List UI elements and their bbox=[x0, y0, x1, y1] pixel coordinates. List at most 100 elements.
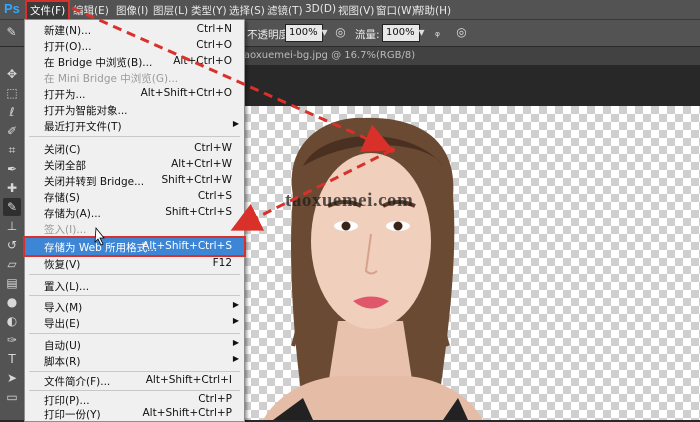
gradient-tool-icon[interactable]: ▤ bbox=[3, 274, 21, 292]
menu-image[interactable]: 图像(I) bbox=[113, 2, 151, 19]
clone-stamp-tool-icon[interactable]: ⊥ bbox=[3, 217, 21, 235]
menu-separator bbox=[29, 136, 240, 137]
menu-item-save[interactable]: 存储(S) Ctrl+S bbox=[25, 188, 244, 205]
menu-item-label: 恢复(V) bbox=[44, 259, 81, 271]
pressure-opacity-icon[interactable]: ◎ bbox=[333, 25, 348, 40]
menu-item-close[interactable]: 关闭(C) Ctrl+W bbox=[25, 140, 244, 157]
file-menu-dropdown: 新建(N)... Ctrl+N 打开(O)... Ctrl+O 在 Bridge 中… bbox=[23, 19, 246, 422]
menu-item-save-as[interactable]: 存储为(A)... Shift+Ctrl+S bbox=[25, 204, 244, 221]
menu-type[interactable]: 类型(Y) bbox=[188, 2, 230, 19]
menu-filter[interactable]: 滤镜(T) bbox=[264, 2, 306, 19]
menu-item-open[interactable]: 打开(O)... Ctrl+O bbox=[25, 37, 244, 54]
menu-item-label: 导入(M) bbox=[44, 302, 83, 314]
menu-item-close-go-bridge[interactable]: 关闭并转到 Bridge... Shift+Ctrl+W bbox=[25, 172, 244, 189]
lasso-tool-icon[interactable]: ℓ bbox=[3, 103, 21, 121]
menu-item-save-for-web[interactable]: 存储为 Web 所用格式... Alt+Shift+Ctrl+S bbox=[23, 236, 246, 257]
menu-item-shortcut: F12 bbox=[212, 257, 232, 269]
menu-item-shortcut: Ctrl+P bbox=[198, 393, 232, 405]
pressure-size-icon[interactable]: ◎ bbox=[454, 25, 469, 40]
menu-item-place[interactable]: 置入(L)... bbox=[25, 277, 244, 294]
menu-item-scripts[interactable]: 脚本(R) ▶ bbox=[25, 352, 244, 369]
menu-item-shortcut: Alt+Ctrl+O bbox=[173, 55, 232, 67]
menu-item-shortcut: Ctrl+W bbox=[194, 142, 232, 154]
menu-item-label: 关闭(C) bbox=[44, 144, 81, 156]
history-brush-tool-icon[interactable]: ↺ bbox=[3, 236, 21, 254]
menu-select[interactable]: 选择(S) bbox=[226, 2, 268, 19]
menu-item-label: 在 Mini Bridge 中浏览(G)... bbox=[44, 73, 179, 85]
menu-item-shortcut: Alt+Shift+Ctrl+P bbox=[142, 407, 233, 419]
brush-preset-icon[interactable]: ✎ bbox=[4, 25, 19, 40]
submenu-arrow-icon: ▶ bbox=[232, 354, 239, 363]
menu-item-label: 关闭全部 bbox=[44, 160, 86, 172]
opacity-dropdown-icon[interactable]: ▾ bbox=[317, 25, 332, 40]
menu-item-shortcut: Ctrl+O bbox=[196, 39, 232, 51]
menu-item-shortcut: Shift+Ctrl+W bbox=[161, 174, 232, 186]
menu-item-label: 置入(L)... bbox=[44, 281, 90, 293]
submenu-arrow-icon: ▶ bbox=[232, 300, 239, 309]
eyedropper-tool-icon[interactable]: ✒ bbox=[3, 160, 21, 178]
marquee-tool-icon[interactable]: ⬚ bbox=[3, 84, 21, 102]
menu-file[interactable]: 文件(F) bbox=[24, 0, 71, 21]
menu-item-recent-files[interactable]: 最近打开文件(T) ▶ bbox=[25, 117, 244, 134]
pen-tool-icon[interactable]: ✑ bbox=[3, 331, 21, 349]
menu-item-label: 打开为... bbox=[44, 89, 86, 101]
menu-view[interactable]: 视图(V) bbox=[335, 2, 377, 19]
quick-select-tool-icon[interactable]: ✐ bbox=[3, 122, 21, 140]
menu-item-new[interactable]: 新建(N)... Ctrl+N bbox=[25, 21, 244, 38]
document-canvas[interactable]: taoxuemei.com bbox=[243, 106, 700, 420]
menu-item-label: 自动(U) bbox=[44, 340, 81, 352]
menu-item-label: 脚本(R) bbox=[44, 356, 81, 368]
type-tool-icon[interactable]: T bbox=[3, 350, 21, 368]
submenu-arrow-icon: ▶ bbox=[232, 119, 239, 128]
menu-item-shortcut: Alt+Shift+Ctrl+O bbox=[140, 87, 232, 99]
menu-item-open-as[interactable]: 打开为... Alt+Shift+Ctrl+O bbox=[25, 85, 244, 102]
shape-tool-icon[interactable]: ▭ bbox=[3, 388, 21, 406]
menu-item-shortcut: Shift+Ctrl+S bbox=[165, 206, 232, 218]
menu-item-label: 新建(N)... bbox=[44, 25, 92, 37]
menu-item-open-smart-object[interactable]: 打开为智能对象... bbox=[25, 101, 244, 118]
menu-item-label: 签入(I)... bbox=[44, 224, 87, 236]
menu-item-label: 最近打开文件(T) bbox=[44, 121, 122, 133]
menu-edit[interactable]: 编辑(E) bbox=[70, 2, 112, 19]
menu-item-label: 在 Bridge 中浏览(B)... bbox=[44, 57, 153, 69]
menu-item-label: 文件简介(F)... bbox=[44, 376, 111, 388]
menu-item-automate[interactable]: 自动(U) ▶ bbox=[25, 336, 244, 353]
menu-item-browse-bridge[interactable]: 在 Bridge 中浏览(B)... Alt+Ctrl+O bbox=[25, 53, 244, 70]
menu-item-close-all[interactable]: 关闭全部 Alt+Ctrl+W bbox=[25, 156, 244, 173]
menu-item-label: 打开(O)... bbox=[44, 41, 92, 53]
menu-item-browse-mini-bridge: 在 Mini Bridge 中浏览(G)... bbox=[25, 69, 244, 86]
menu-separator bbox=[29, 295, 240, 296]
path-select-tool-icon[interactable]: ➤ bbox=[3, 369, 21, 387]
crop-tool-icon[interactable]: ⌗ bbox=[3, 141, 21, 159]
brush-tool-icon[interactable]: ✎ bbox=[3, 198, 21, 216]
menu-layer[interactable]: 图层(L) bbox=[150, 2, 191, 19]
menu-item-export[interactable]: 导出(E) ▶ bbox=[25, 314, 244, 331]
menu-item-file-info[interactable]: 文件简介(F)... Alt+Shift+Ctrl+I bbox=[25, 372, 244, 389]
flow-dropdown-icon[interactable]: ▾ bbox=[414, 25, 429, 40]
menu-3d[interactable]: 3D(D) bbox=[302, 2, 339, 16]
watermark-text: taoxuemei.com bbox=[285, 190, 414, 211]
menu-item-label: 存储为(A)... bbox=[44, 208, 101, 220]
blur-tool-icon[interactable]: ● bbox=[3, 293, 21, 311]
portrait-image bbox=[263, 117, 483, 420]
submenu-arrow-icon: ▶ bbox=[232, 338, 239, 347]
dodge-tool-icon[interactable]: ◐ bbox=[3, 312, 21, 330]
menu-item-shortcut: Ctrl+N bbox=[196, 23, 232, 35]
airbrush-icon[interactable]: ᵩ bbox=[430, 25, 445, 40]
healing-brush-tool-icon[interactable]: ✚ bbox=[3, 179, 21, 197]
move-tool-icon[interactable]: ✥ bbox=[3, 65, 21, 83]
menu-item-print-one-copy[interactable]: 打印一份(Y) Alt+Shift+Ctrl+P bbox=[25, 405, 244, 422]
menu-separator bbox=[29, 333, 240, 334]
menu-item-import[interactable]: 导入(M) ▶ bbox=[25, 298, 244, 315]
menu-item-label: 导出(E) bbox=[44, 318, 80, 330]
menu-item-revert[interactable]: 恢复(V) F12 bbox=[25, 255, 244, 272]
document-tab[interactable]: taoxuemei-bg.jpg @ 16.7%(RGB/8) bbox=[240, 47, 415, 65]
menu-separator bbox=[29, 274, 240, 275]
submenu-arrow-icon: ▶ bbox=[232, 316, 239, 325]
menu-item-shortcut: Alt+Ctrl+W bbox=[171, 158, 232, 170]
menu-bar: Ps 文件(F) 编辑(E) 图像(I) 图层(L) 类型(Y) 选择(S) 滤… bbox=[0, 0, 700, 21]
menu-help[interactable]: 帮助(H) bbox=[411, 2, 454, 19]
eraser-tool-icon[interactable]: ▱ bbox=[3, 255, 21, 273]
menu-item-label: 存储(S) bbox=[44, 192, 80, 204]
menu-item-label: 关闭并转到 Bridge... bbox=[44, 176, 145, 188]
